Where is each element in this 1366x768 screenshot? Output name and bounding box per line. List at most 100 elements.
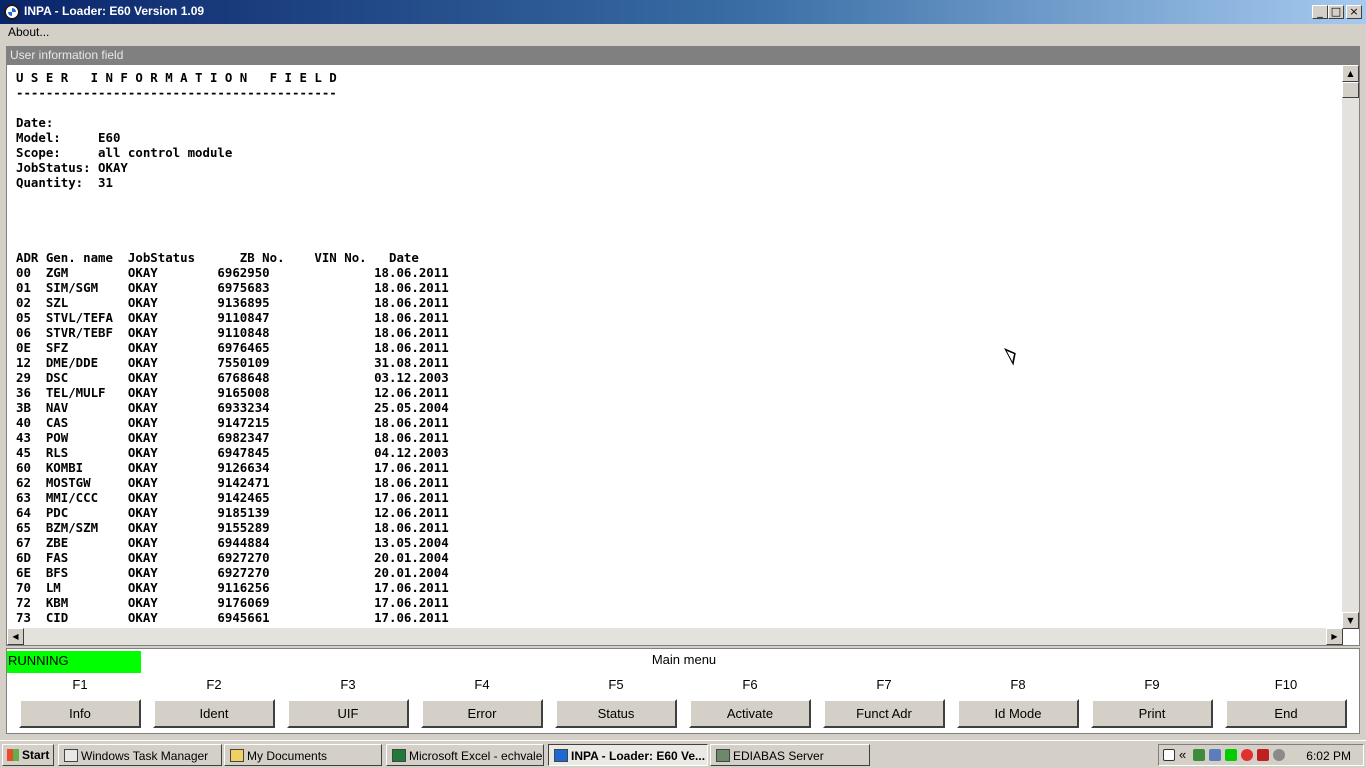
table-row: 6E BFS OKAY 6927270 20.01.2004 xyxy=(16,565,449,580)
fkey-label-f2: F2 xyxy=(206,677,222,692)
table-row: 01 SIM/SGM OKAY 6975683 18.06.2011 xyxy=(16,280,449,295)
uif-line: U S E R I N F O R M A T I O N F I E L D xyxy=(16,70,337,85)
uif-text-content: U S E R I N F O R M A T I O N F I E L D-… xyxy=(16,70,1336,630)
error-button[interactable]: Error xyxy=(421,699,543,728)
windows-logo-icon xyxy=(7,749,19,761)
taskbar-item-inpa-loader-e60-ve[interactable]: INPA - Loader: E60 Ve... xyxy=(548,744,708,766)
fkey-label-f1: F1 xyxy=(72,677,88,692)
taskbar-item-windows-task-manager[interactable]: Windows Task Manager xyxy=(58,744,222,766)
antivirus-icon[interactable] xyxy=(1241,749,1253,761)
table-row: 05 STVL/TEFA OKAY 9110847 18.06.2011 xyxy=(16,310,449,325)
uif-line: Date: xyxy=(16,115,54,130)
uif-button[interactable]: UIF xyxy=(287,699,409,728)
scroll-right-button[interactable]: ▶ xyxy=(1326,628,1343,645)
inpa-window: INPA - Loader: E60 Version 1.09 _ □ × Ab… xyxy=(0,0,1366,740)
uif-line xyxy=(16,205,1336,220)
table-row: 65 BZM/SZM OKAY 9155289 18.06.2011 xyxy=(16,520,449,535)
uif-line xyxy=(16,190,1336,205)
table-row: 45 RLS OKAY 6947845 04.12.2003 xyxy=(16,445,449,460)
table-row: 6D FAS OKAY 6927270 20.01.2004 xyxy=(16,550,449,565)
folder-icon xyxy=(230,749,244,762)
table-row: 64 PDC OKAY 9185139 12.06.2011 xyxy=(16,505,449,520)
table-row: 43 POW OKAY 6982347 18.06.2011 xyxy=(16,430,449,445)
taskbar: Start Windows Task Manager My Documents Mi… xyxy=(0,740,1366,768)
table-header: ADR Gen. name JobStatus ZB No. VIN No. D… xyxy=(16,250,419,265)
menu-about[interactable]: About... xyxy=(8,25,49,39)
funct-adr-button[interactable]: Funct Adr xyxy=(823,699,945,728)
uif-line: JobStatus: OKAY xyxy=(16,160,128,175)
table-row: 62 MOSTGW OKAY 9142471 18.06.2011 xyxy=(16,475,449,490)
start-label: Start xyxy=(22,748,50,762)
table-row: 63 MMI/CCC OKAY 9142465 17.06.2011 xyxy=(16,490,449,505)
table-row: 3B NAV OKAY 6933234 25.05.2004 xyxy=(16,400,449,415)
end-button[interactable]: End xyxy=(1225,699,1347,728)
fkey-label-f8: F8 xyxy=(1010,677,1026,692)
vertical-scroll-thumb[interactable] xyxy=(1342,82,1359,98)
table-row: 02 SZL OKAY 9136895 18.06.2011 xyxy=(16,295,449,310)
title-bar[interactable]: INPA - Loader: E60 Version 1.09 _ □ × xyxy=(0,0,1366,24)
table-row: 36 TEL/MULF OKAY 9165008 12.06.2011 xyxy=(16,385,449,400)
uif-line: Scope: all control module xyxy=(16,145,233,160)
taskbar-item-label: Microsoft Excel - echvale... xyxy=(409,749,544,763)
table-row: 73 CID OKAY 6945661 17.06.2011 xyxy=(16,610,449,625)
taskbar-item-label: EDIABAS Server xyxy=(733,749,824,763)
uif-line: Model: E60 xyxy=(16,130,121,145)
status-badge: RUNNING xyxy=(7,651,141,673)
id-mode-button[interactable]: Id Mode xyxy=(957,699,1079,728)
user-information-field[interactable]: U S E R I N F O R M A T I O N F I E L D-… xyxy=(6,64,1360,646)
table-row: 12 DME/DDE OKAY 7550109 31.08.2011 xyxy=(16,355,449,370)
print-button[interactable]: Print xyxy=(1091,699,1213,728)
table-row: 60 KOMBI OKAY 9126634 17.06.2011 xyxy=(16,460,449,475)
uif-header: User information field xyxy=(6,46,1360,64)
status-button[interactable]: Status xyxy=(555,699,677,728)
fkey-label-f4: F4 xyxy=(474,677,490,692)
scroll-left-button[interactable]: ◀ xyxy=(7,628,24,645)
fkey-label-f7: F7 xyxy=(876,677,892,692)
fkey-label-f9: F9 xyxy=(1144,677,1160,692)
ident-button[interactable]: Ident xyxy=(153,699,275,728)
taskbar-item-label: My Documents xyxy=(247,749,328,763)
info-button[interactable]: Info xyxy=(19,699,141,728)
taskbar-item-label: INPA - Loader: E60 Ve... xyxy=(571,749,706,763)
table-row: 29 DSC OKAY 6768648 03.12.2003 xyxy=(16,370,449,385)
clock[interactable]: 6:02 PM xyxy=(1306,749,1351,763)
uif-line xyxy=(16,100,1336,115)
table-row: 72 KBM OKAY 9176069 17.06.2011 xyxy=(16,595,449,610)
table-row: 67 ZBE OKAY 6944884 13.05.2004 xyxy=(16,535,449,550)
uif-line: Quantity: 31 xyxy=(16,175,113,190)
tray-expand-button[interactable]: « xyxy=(1179,747,1186,762)
fkey-label-f5: F5 xyxy=(608,677,624,692)
table-row: 06 STVR/TEBF OKAY 9110848 18.06.2011 xyxy=(16,325,449,340)
uif-line xyxy=(16,235,1336,250)
minimize-button[interactable]: _ xyxy=(1312,5,1328,19)
bmw-icon xyxy=(554,749,568,762)
activate-button[interactable]: Activate xyxy=(689,699,811,728)
table-row: 70 LM OKAY 9116256 17.06.2011 xyxy=(16,580,449,595)
taskbar-item-ediabas-server[interactable]: EDIABAS Server xyxy=(710,744,870,766)
green-status-icon[interactable] xyxy=(1225,749,1237,761)
start-button[interactable]: Start xyxy=(2,744,54,766)
network-disconnected-icon[interactable] xyxy=(1209,749,1221,761)
maximize-button[interactable]: □ xyxy=(1328,5,1344,19)
close-button[interactable]: × xyxy=(1346,5,1362,19)
table-row: 0E SFZ OKAY 6976465 18.06.2011 xyxy=(16,340,449,355)
bmw-icon[interactable] xyxy=(4,4,20,20)
system-tray: « 6:02 PM xyxy=(1158,744,1364,766)
main-menu-title: Main menu xyxy=(651,652,717,667)
fkey-label-f6: F6 xyxy=(742,677,758,692)
task-manager-icon xyxy=(64,749,78,762)
table-row: 00 ZGM OKAY 6962950 18.06.2011 xyxy=(16,265,449,280)
vertical-scrollbar[interactable]: ▲ ▼ xyxy=(1342,65,1359,629)
taskbar-item-my-documents[interactable]: My Documents xyxy=(224,744,382,766)
scroll-up-button[interactable]: ▲ xyxy=(1342,65,1359,82)
shield-icon[interactable] xyxy=(1257,749,1269,761)
excel-icon xyxy=(392,749,406,762)
help-icon[interactable] xyxy=(1163,749,1175,761)
scroll-down-button[interactable]: ▼ xyxy=(1342,612,1359,629)
taskbar-item-microsoft-excel-echvale[interactable]: Microsoft Excel - echvale... xyxy=(386,744,544,766)
volume-icon[interactable] xyxy=(1273,749,1285,761)
network-icon[interactable] xyxy=(1193,749,1205,761)
fkey-label-f10: F10 xyxy=(1274,677,1298,692)
horizontal-scrollbar[interactable]: ◀ ▶ xyxy=(7,628,1343,645)
uif-line xyxy=(16,220,1336,235)
